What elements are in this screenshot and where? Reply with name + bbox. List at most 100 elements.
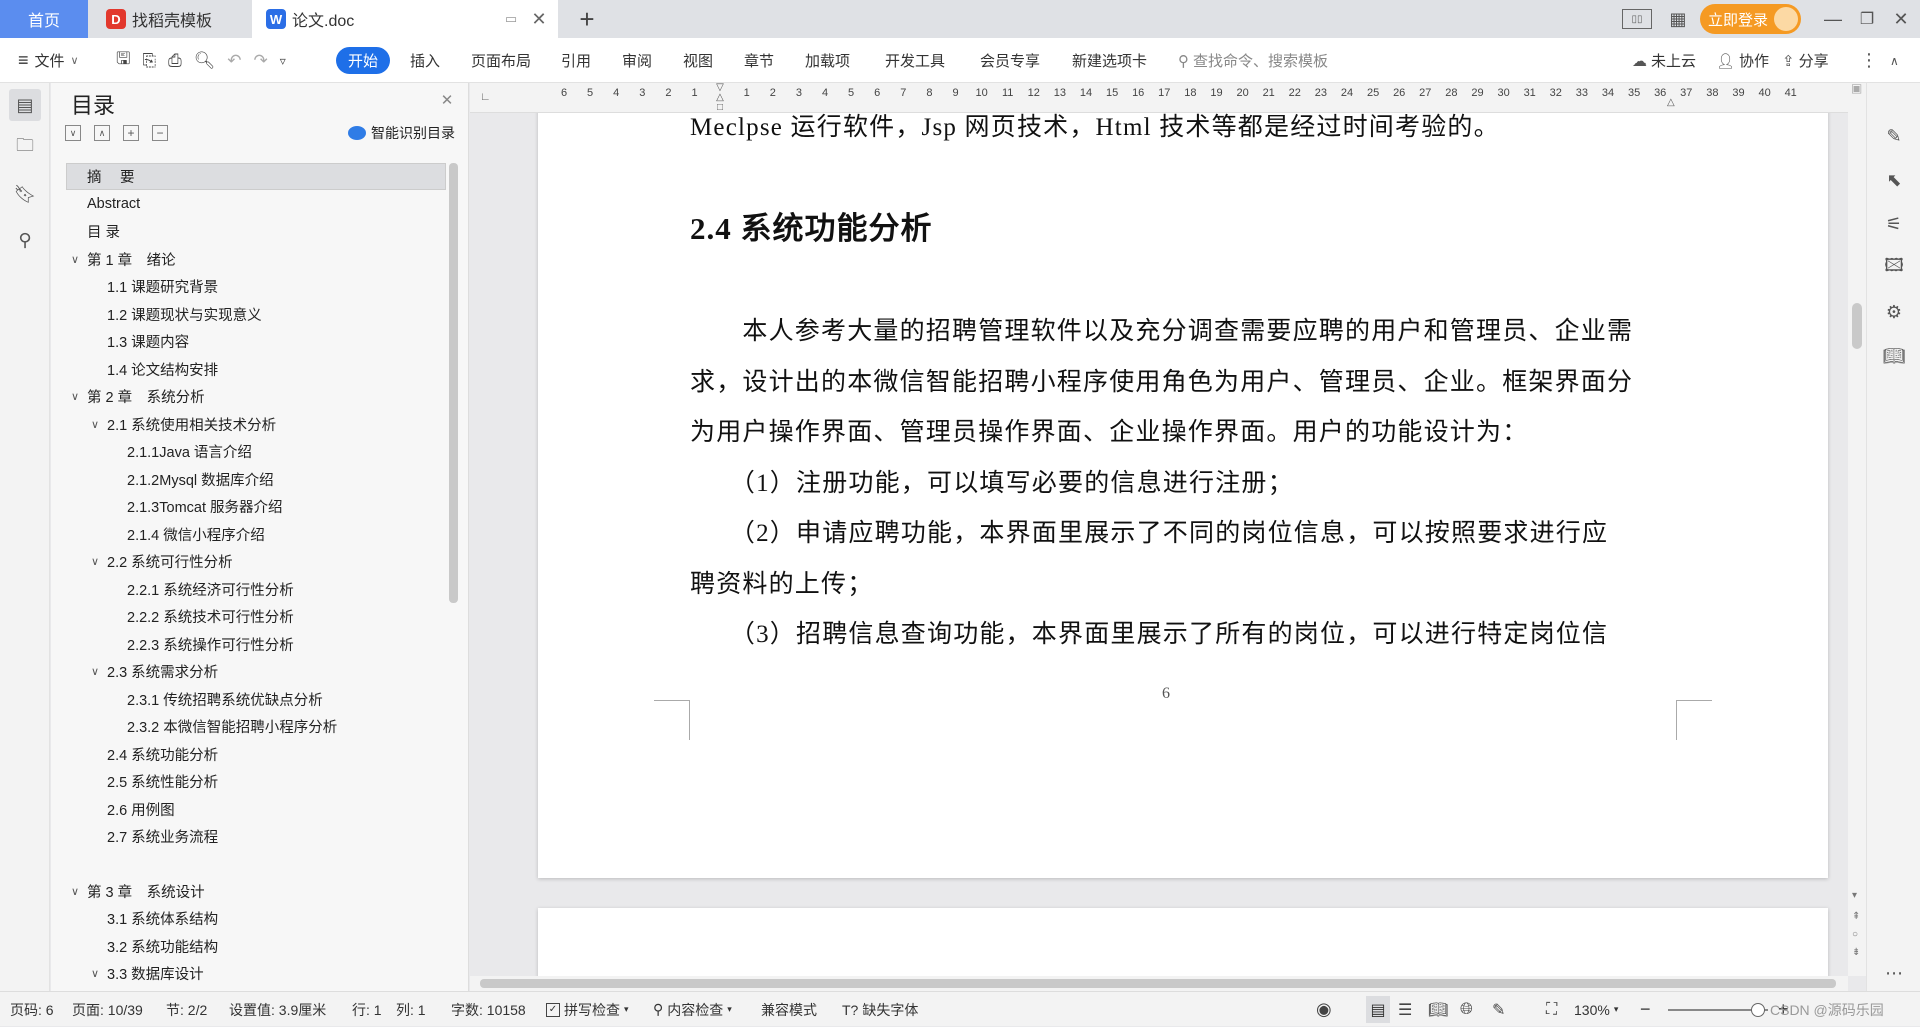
tab-references[interactable]: 引用	[561, 38, 591, 83]
scroll-down-icon[interactable]: ▾	[1852, 890, 1857, 901]
toc-item[interactable]: ∨ 第 2 章 系统分析	[67, 383, 205, 410]
chapter-nav-icon[interactable]: 🗀	[12, 135, 38, 161]
login-button[interactable]: 立即登录	[1700, 4, 1801, 34]
prev-page-icon[interactable]: ⇞	[1852, 911, 1860, 922]
tab-pin-icon[interactable]: ▭	[502, 10, 520, 28]
close-pane-icon[interactable]: ✕	[438, 91, 456, 109]
status-col[interactable]: 列: 1	[396, 992, 426, 1027]
chevron-down-icon[interactable]: ∨	[87, 665, 103, 678]
toc-item[interactable]: ∨ 2.3 系统需求分析	[87, 658, 218, 685]
toc-item[interactable]: 2.3.2 本微信智能招聘小程序分析	[107, 713, 337, 740]
collapse-all-icon[interactable]: ∧	[94, 125, 110, 141]
smart-toc-button[interactable]: 智能识别目录	[348, 123, 455, 143]
right-indent-marker[interactable]: △	[1667, 97, 1677, 109]
ai-assistant-icon[interactable]: ⚙	[1881, 299, 1907, 325]
fit-page-icon[interactable]: ⛶	[1546, 992, 1557, 1027]
status-setting[interactable]: 设置值: 3.9厘米	[229, 992, 326, 1027]
toc-item[interactable]: 2.1.2Mysql 数据库介绍	[107, 466, 274, 493]
toc-item[interactable]: 摘 要	[67, 163, 137, 190]
remove-heading-icon[interactable]: −	[152, 125, 168, 141]
chevron-down-icon[interactable]: ∨	[67, 390, 83, 403]
tab-document[interactable]: W 论文.doc ▭ ✕	[252, 0, 558, 38]
toc-item[interactable]: 2.2.3 系统操作可行性分析	[107, 631, 294, 658]
toc-scrollbar[interactable]	[449, 163, 458, 603]
zoom-out-icon[interactable]: −	[1640, 992, 1651, 1027]
toc-item[interactable]: 2.7 系统业务流程	[87, 823, 218, 850]
toc-panel-icon[interactable]: ▤	[9, 89, 41, 121]
tab-member[interactable]: 会员专享	[980, 38, 1040, 83]
content-check-button[interactable]: ⚲ 内容检查 ▾	[653, 992, 732, 1027]
horizontal-scrollbar[interactable]	[470, 976, 1848, 991]
toc-item[interactable]: 2.5 系统性能分析	[87, 768, 218, 795]
zoom-slider-thumb[interactable]	[1751, 1003, 1765, 1017]
spell-check-button[interactable]: ✓ 拼写检查 ▾	[546, 992, 629, 1027]
vertical-scroll-thumb[interactable]	[1852, 303, 1862, 349]
tab-review[interactable]: 审阅	[622, 38, 652, 83]
tab-stop-icon[interactable]: ∟	[480, 91, 491, 103]
status-row[interactable]: 行: 1	[352, 992, 382, 1027]
missing-font-button[interactable]: T? 缺失字体	[842, 992, 918, 1027]
redo-icon[interactable]: ↷	[254, 51, 268, 71]
find-icon[interactable]: ⚲	[12, 227, 38, 253]
share-button[interactable]: ⇪ 分享	[1782, 38, 1829, 83]
pen-icon[interactable]: ✎	[1881, 123, 1907, 149]
web-view-icon[interactable]: 🌐︎	[1460, 992, 1473, 1027]
toc-item[interactable]: 2.2.2 系统技术可行性分析	[107, 603, 294, 630]
new-tab-button[interactable]: +	[572, 0, 602, 38]
reading-mode-icon[interactable]: 📖︎	[1881, 343, 1907, 369]
print-preview-icon[interactable]: 🔍︎	[194, 51, 216, 71]
select-browse-icon[interactable]: ○	[1852, 929, 1858, 940]
file-menu[interactable]: ≡ 文件 ∨	[18, 38, 79, 83]
tab-page-layout[interactable]: 页面布局	[471, 38, 531, 83]
chevron-down-icon[interactable]: ∨	[87, 555, 103, 568]
toc-item[interactable]: 2.2.1 系统经济可行性分析	[107, 576, 294, 603]
horizontal-scroll-thumb[interactable]	[480, 979, 1836, 988]
toc-item[interactable]: 2.1.1Java 语言介绍	[107, 438, 252, 465]
status-word-count[interactable]: 字数: 10158	[451, 992, 526, 1027]
toc-item[interactable]: 2.6 用例图	[87, 796, 175, 823]
reading-view-icon[interactable]: 📖︎	[1428, 992, 1448, 1027]
toc-item[interactable]: ∨ 第 3 章 系统设计	[67, 878, 205, 905]
print-icon[interactable]: ⎙	[168, 51, 182, 71]
toc-item[interactable]: ∨ 3.3 数据库设计	[87, 960, 204, 987]
tab-new[interactable]: 新建选项卡	[1072, 38, 1147, 83]
tab-developer[interactable]: 开发工具	[885, 38, 945, 83]
close-window-icon[interactable]: ✕	[1888, 6, 1914, 32]
status-section[interactable]: 节: 2/2	[166, 992, 207, 1027]
more-tools-icon[interactable]: ⋯	[1881, 960, 1907, 986]
image-tools-icon[interactable]: 🖾	[1881, 255, 1907, 281]
export-pdf-icon[interactable]: ⎘	[142, 51, 156, 71]
status-page-code[interactable]: 页码: 6	[10, 992, 54, 1027]
tab-close-icon[interactable]: ✕	[530, 9, 548, 29]
tab-insert[interactable]: 插入	[410, 38, 440, 83]
next-page-icon[interactable]: ⇟	[1852, 947, 1860, 958]
chevron-down-icon[interactable]: ∨	[67, 885, 83, 898]
select-cursor-icon[interactable]: ⬉	[1881, 167, 1907, 193]
toc-item[interactable]: ∨ 2.2 系统可行性分析	[87, 548, 233, 575]
toc-item[interactable]: Abstract	[67, 191, 140, 218]
chevron-down-icon[interactable]: ∨	[67, 253, 83, 266]
chevron-down-icon[interactable]: ∨	[87, 418, 103, 431]
horizontal-ruler[interactable]: ∟ 6 5 4 3 2 1 1 2 3 4 5 6 7 8 9 10 11 12 13 14 15 16 17 18 19 20 2…	[470, 83, 1848, 113]
toc-item[interactable]: 2.4 系统功能分析	[87, 741, 218, 768]
toc-item[interactable]: ∨ 2.1 系统使用相关技术分析	[87, 411, 276, 438]
toc-item[interactable]: 1.3 课题内容	[87, 328, 189, 355]
collab-button[interactable]: 👤︎ 协作	[1716, 38, 1769, 83]
restore-icon[interactable]: ❐	[1854, 6, 1880, 32]
page-view-icon[interactable]: ▤	[1366, 996, 1390, 1023]
command-search[interactable]: ⚲ 查找命令、搜索模板	[1178, 38, 1328, 83]
toc-item[interactable]: 目 录	[67, 218, 120, 245]
settings-sliders-icon[interactable]: ⚟	[1881, 211, 1907, 237]
add-heading-icon[interactable]: +	[123, 125, 139, 141]
toc-item[interactable]: 1.4 论文结构安排	[87, 356, 218, 383]
more-icon[interactable]: ⋮	[1860, 38, 1878, 83]
ruler-toggle-icon[interactable]: ▣	[1851, 81, 1863, 95]
toc-item[interactable]: 3.1 系统体系结构	[87, 905, 218, 932]
toc-item[interactable]: 3.2 系统功能结构	[87, 933, 218, 960]
tab-start[interactable]: 开始	[336, 47, 390, 74]
minimize-icon[interactable]: —	[1820, 6, 1846, 32]
toc-item[interactable]: 1.1 课题研究背景	[87, 273, 218, 300]
tab-view[interactable]: 视图	[683, 38, 713, 83]
tab-home[interactable]: 首页	[0, 0, 88, 38]
apps-grid-icon[interactable]: ▦	[1666, 7, 1690, 31]
